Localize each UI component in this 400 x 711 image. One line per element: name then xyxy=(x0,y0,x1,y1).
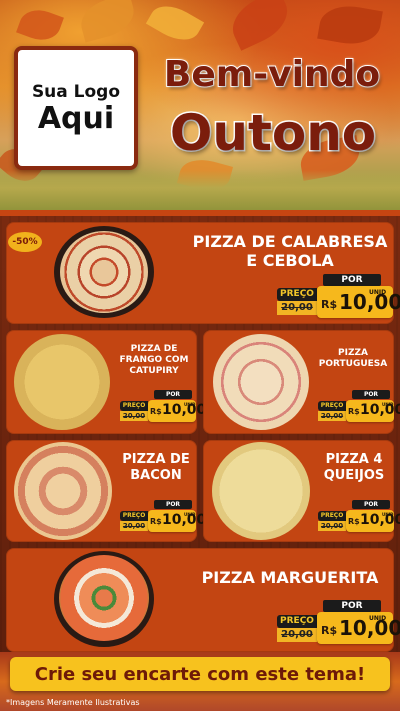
price-box: R$ 10,00 UNID xyxy=(148,510,206,532)
currency-label: R$ xyxy=(150,407,162,416)
logo-placeholder: Sua Logo Aqui xyxy=(14,46,138,170)
por-label: POR xyxy=(352,390,390,399)
price-box: R$ 10,00 UNID xyxy=(317,286,400,318)
item-name-line: PIZZA DE CALABRESA xyxy=(192,232,388,251)
old-price: 20,00 xyxy=(120,521,148,531)
preco-label: PREÇO xyxy=(120,511,148,521)
item-name-line: BACON xyxy=(130,467,182,483)
unit-label: UNID xyxy=(184,402,196,407)
discount-badge: -50% xyxy=(8,232,42,252)
currency-label: R$ xyxy=(348,407,360,416)
title-season: Outono xyxy=(168,103,377,164)
pizza-image-bacon xyxy=(14,442,112,540)
item-name-line: FRANGO COM xyxy=(119,354,189,365)
logo-line-1: Sua Logo xyxy=(31,81,121,102)
old-price: 20,00 xyxy=(318,521,346,531)
price-tag-calabresa: POR PREÇO 20,00 R$ 10,00 UNID xyxy=(277,274,400,320)
unit-label: UNID xyxy=(369,615,387,622)
unit-label: UNID xyxy=(382,402,394,407)
flyer: Sua Logo Aqui Bem-vindo Outono -50% PIZZ… xyxy=(0,0,400,711)
logo-line-2: Aqui xyxy=(37,100,115,136)
cta-banner[interactable]: Crie seu encarte com este tema! xyxy=(10,657,390,691)
old-price: 20,00 xyxy=(120,411,148,421)
currency-label: R$ xyxy=(150,517,162,526)
price-tag-portuguesa: POR PREÇO 20,00 R$ 10,00 UNID xyxy=(318,390,400,424)
por-label: POR xyxy=(323,274,381,286)
item-name-marguerita: PIZZA MARGUERITA xyxy=(186,568,394,587)
pizza-image-calabresa xyxy=(54,226,154,318)
preco-label: PREÇO xyxy=(318,511,346,521)
price-box: R$ 10,00 UNID xyxy=(317,612,400,644)
item-name-portuguesa: PIZZA PORTUGUESA xyxy=(312,348,394,370)
item-name-line: E CEBOLA xyxy=(246,251,334,271)
item-name-line: CATUPIRY xyxy=(129,365,179,376)
title-welcome: Bem-vindo xyxy=(163,53,381,96)
price-box: R$ 10,00 UNID xyxy=(148,400,206,422)
preco-label: PREÇO xyxy=(318,401,346,411)
old-price: 20,00 xyxy=(277,628,317,642)
item-name-calabresa: PIZZA DE CALABRESA E CEBOLA xyxy=(186,232,394,270)
price-value: 10,00 xyxy=(360,402,400,418)
item-name-line: PIZZA DE xyxy=(122,452,190,467)
price-box: R$ 10,00 UNID xyxy=(346,510,400,532)
por-label: POR xyxy=(154,390,192,399)
price-value: 10,00 xyxy=(360,512,400,528)
currency-label: R$ xyxy=(321,298,338,311)
pizza-image-portuguesa xyxy=(213,334,309,430)
unit-label: UNID xyxy=(184,512,196,517)
pizza-image-queijos xyxy=(212,442,310,540)
price-tag-bacon: POR PREÇO 20,00 R$ 10,00 UNID xyxy=(120,500,206,534)
pizza-image-frango xyxy=(14,334,110,430)
price-tag-frango: POR PREÇO 20,00 R$ 10,00 UNID xyxy=(120,390,206,424)
item-name-line: QUEIJOS xyxy=(323,467,385,483)
por-label: POR xyxy=(323,600,381,612)
preco-label: PREÇO xyxy=(277,288,317,301)
item-name-line: PIZZA xyxy=(338,348,368,358)
item-name-bacon: PIZZA DE BACON xyxy=(112,452,200,483)
item-name-line: PIZZA DE xyxy=(130,344,178,354)
preco-label: PREÇO xyxy=(277,615,317,628)
currency-label: R$ xyxy=(348,517,360,526)
price-tag-marguerita: POR PREÇO 20,00 R$ 10,00 UNID xyxy=(277,600,400,646)
preco-label: PREÇO xyxy=(120,401,148,411)
por-label: POR xyxy=(154,500,192,509)
item-name-queijos: PIZZA 4 QUEIJOS xyxy=(312,452,396,483)
grass-strip xyxy=(0,170,400,215)
item-name-frango: PIZZA DE FRANGO COM CATUPIRY xyxy=(108,344,200,376)
price-tag-queijos: POR PREÇO 20,00 R$ 10,00 UNID xyxy=(318,500,400,534)
pizza-image-marguerita xyxy=(54,551,154,647)
price-box: R$ 10,00 UNID xyxy=(346,400,400,422)
por-label: POR xyxy=(352,500,390,509)
item-name-line: PIZZA 4 xyxy=(325,452,383,467)
disclaimer-text: *Imagens Meramente Ilustrativas xyxy=(6,698,140,707)
unit-label: UNID xyxy=(382,512,394,517)
unit-label: UNID xyxy=(369,289,387,296)
item-name-line: PIZZA MARGUERITA xyxy=(201,568,379,587)
old-price: 20,00 xyxy=(277,301,317,315)
currency-label: R$ xyxy=(321,624,338,637)
item-name-line: PORTUGUESA xyxy=(318,358,388,369)
old-price: 20,00 xyxy=(318,411,346,421)
